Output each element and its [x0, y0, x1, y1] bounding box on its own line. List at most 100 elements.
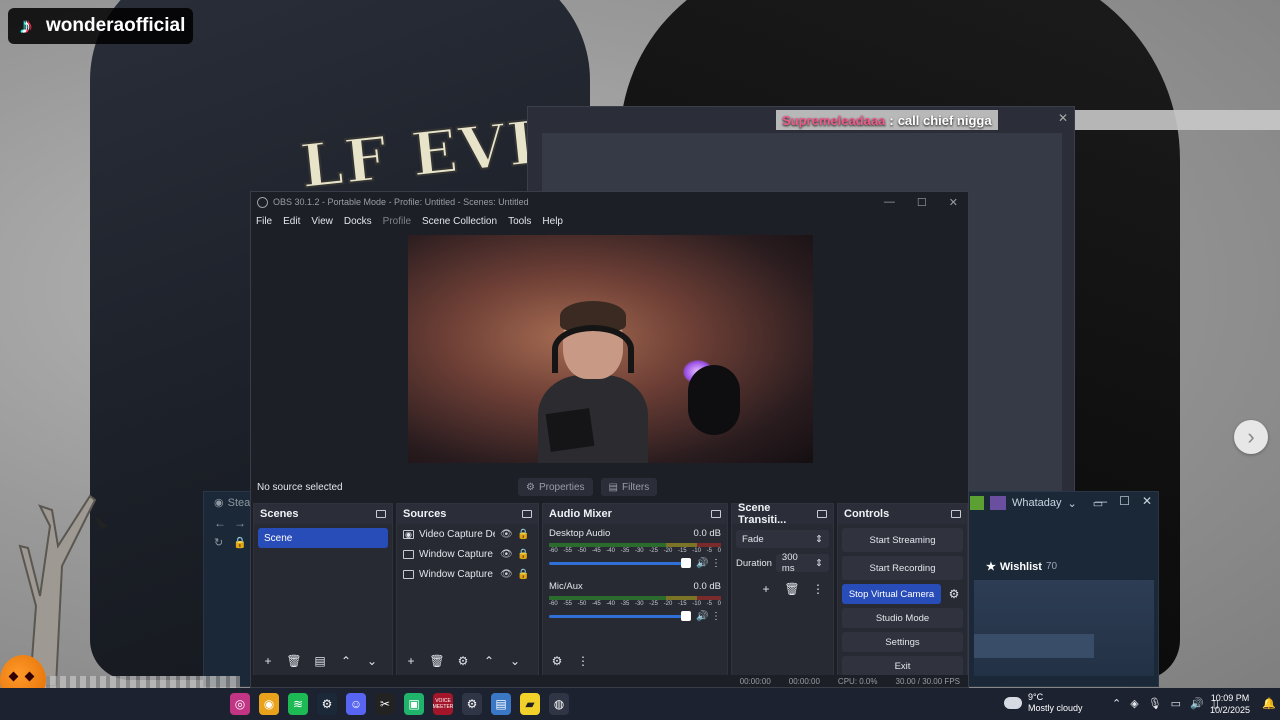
- volume-slider[interactable]: [549, 611, 691, 621]
- spotify-icon[interactable]: ≋: [288, 693, 308, 715]
- instagram-icon[interactable]: ◎: [230, 693, 250, 715]
- menu-view[interactable]: View: [311, 216, 333, 227]
- spinner-icon: ⇕: [815, 557, 823, 569]
- obs-logo-icon: [257, 196, 268, 208]
- scene-list-item[interactable]: Scene: [258, 528, 388, 548]
- undock-icon[interactable]: [817, 510, 827, 518]
- microphone-icon[interactable]: 🎙: [1148, 697, 1162, 710]
- add-icon[interactable]: +: [756, 580, 776, 598]
- duration-input[interactable]: 300 ms ⇕: [775, 552, 829, 574]
- notification-icon[interactable]: [970, 496, 984, 510]
- app-tray-icon[interactable]: ◈: [1130, 697, 1138, 710]
- undock-icon[interactable]: [376, 510, 386, 518]
- close-icon[interactable]: ✕: [949, 196, 958, 209]
- lock-icon[interactable]: 🔒: [517, 569, 529, 580]
- wishlist-link[interactable]: ★ Wishlist 70: [986, 560, 1057, 574]
- menu-scene-collection[interactable]: Scene Collection: [422, 216, 497, 227]
- move-up-icon[interactable]: ⌃: [336, 652, 356, 670]
- menu-edit[interactable]: Edit: [283, 216, 300, 227]
- lock-icon[interactable]: 🔒: [517, 529, 529, 540]
- source-item[interactable]: Window Capture 2 👁 🔒: [397, 544, 538, 564]
- trash-icon[interactable]: 🗑: [427, 652, 447, 670]
- source-item[interactable]: ◉ Video Capture Dev 👁 🔒: [397, 524, 538, 544]
- speaker-icon[interactable]: 🔊: [696, 611, 708, 622]
- clock[interactable]: 10:09 PM 10/2/2025: [1210, 692, 1250, 716]
- minimize-icon[interactable]: —: [884, 196, 895, 209]
- avatar[interactable]: [990, 496, 1006, 510]
- more-options-icon[interactable]: ⋮: [711, 558, 721, 569]
- window-icon: [403, 569, 414, 579]
- filter-icon[interactable]: ▤: [310, 652, 330, 670]
- move-down-icon[interactable]: ⌄: [362, 652, 382, 670]
- trash-icon[interactable]: 🗑: [782, 580, 802, 598]
- move-up-icon[interactable]: ⌃: [479, 652, 499, 670]
- slider-handle[interactable]: [681, 611, 691, 621]
- advanced-audio-icon[interactable]: ⚙: [547, 652, 567, 670]
- source-item[interactable]: Window Capture 👁 🔒: [397, 564, 538, 584]
- tiktok-icon: ♪: [20, 13, 32, 38]
- maximize-icon[interactable]: ☐: [917, 196, 927, 209]
- notification-bell-icon[interactable]: 🔔: [1262, 697, 1276, 710]
- menu-profile[interactable]: Profile: [383, 216, 411, 227]
- properties-button[interactable]: ⚙ Properties: [518, 478, 593, 496]
- menu-docks[interactable]: Docks: [344, 216, 372, 227]
- menu-file[interactable]: File: [256, 216, 272, 227]
- forward-arrow-icon[interactable]: →: [234, 516, 246, 530]
- add-icon[interactable]: +: [401, 652, 421, 670]
- weather-widget[interactable]: 9°C Mostly cloudy: [1004, 692, 1083, 714]
- weather-temp: 9°C: [1028, 692, 1044, 702]
- more-options-icon[interactable]: ⋮: [808, 580, 828, 598]
- menu-help[interactable]: Help: [542, 216, 563, 227]
- undock-icon[interactable]: [951, 510, 961, 518]
- volume-slider[interactable]: [549, 558, 691, 568]
- voicemeeter-icon[interactable]: VOICE MEETER: [433, 693, 453, 715]
- add-icon[interactable]: +: [258, 652, 278, 670]
- start-streaming-button[interactable]: Start Streaming: [842, 528, 963, 552]
- start-recording-button[interactable]: Start Recording: [842, 556, 963, 580]
- menu-tools[interactable]: Tools: [508, 216, 531, 227]
- settings-icon[interactable]: ⚙: [462, 693, 482, 715]
- move-down-icon[interactable]: ⌄: [505, 652, 525, 670]
- wishlist-label: Wishlist: [999, 560, 1042, 573]
- trash-icon[interactable]: 🗑: [284, 652, 304, 670]
- speaker-icon[interactable]: 🔊: [696, 558, 708, 569]
- refresh-icon[interactable]: ↻: [214, 536, 223, 549]
- close-icon[interactable]: ✕: [1142, 494, 1152, 508]
- eye-icon[interactable]: 👁: [500, 569, 513, 580]
- maximize-icon[interactable]: ☐: [1119, 494, 1130, 508]
- gear-icon[interactable]: ⚙: [945, 584, 963, 604]
- app-icon[interactable]: ▣: [404, 693, 424, 715]
- sticky-notes-icon[interactable]: ▰: [520, 693, 540, 715]
- close-icon[interactable]: ✕: [1058, 111, 1068, 125]
- studio-mode-button[interactable]: Studio Mode: [842, 608, 963, 628]
- eye-icon[interactable]: 👁: [500, 529, 513, 540]
- chevron-right-icon[interactable]: ›: [1234, 420, 1268, 454]
- capcut-icon[interactable]: ✂: [375, 693, 395, 715]
- gear-icon[interactable]: ⚙: [453, 652, 473, 670]
- transition-select[interactable]: Fade ⇕: [736, 530, 829, 548]
- chrome-icon[interactable]: ◉: [259, 693, 279, 715]
- program-preview[interactable]: [408, 235, 813, 463]
- exit-button[interactable]: Exit: [842, 656, 963, 676]
- volume-icon[interactable]: 🔊: [1190, 697, 1204, 710]
- steam-icon[interactable]: ⚙: [317, 693, 337, 715]
- obs-icon[interactable]: ◍: [549, 693, 569, 715]
- notepad-icon[interactable]: ▤: [491, 693, 511, 715]
- chevron-down-icon[interactable]: ⌄: [1068, 497, 1077, 510]
- minimize-icon[interactable]: —: [1095, 494, 1107, 508]
- back-arrow-icon[interactable]: ←: [214, 516, 226, 530]
- stop-virtual-camera-button[interactable]: Stop Virtual Camera: [842, 584, 941, 604]
- steam-username[interactable]: Whataday: [1012, 497, 1062, 509]
- eye-icon[interactable]: 👁: [500, 549, 513, 560]
- more-options-icon[interactable]: ⋮: [573, 652, 593, 670]
- network-icon[interactable]: ▭: [1171, 697, 1181, 710]
- undock-icon[interactable]: [522, 510, 532, 518]
- discord-icon[interactable]: ☺: [346, 693, 366, 715]
- undock-icon[interactable]: [711, 510, 721, 518]
- settings-button[interactable]: Settings: [842, 632, 963, 652]
- filters-button[interactable]: ▤ Filters: [600, 478, 658, 496]
- slider-handle[interactable]: [681, 558, 691, 568]
- lock-icon[interactable]: 🔒: [517, 549, 529, 560]
- chevron-up-icon[interactable]: ⌃: [1112, 697, 1121, 710]
- more-options-icon[interactable]: ⋮: [711, 611, 721, 622]
